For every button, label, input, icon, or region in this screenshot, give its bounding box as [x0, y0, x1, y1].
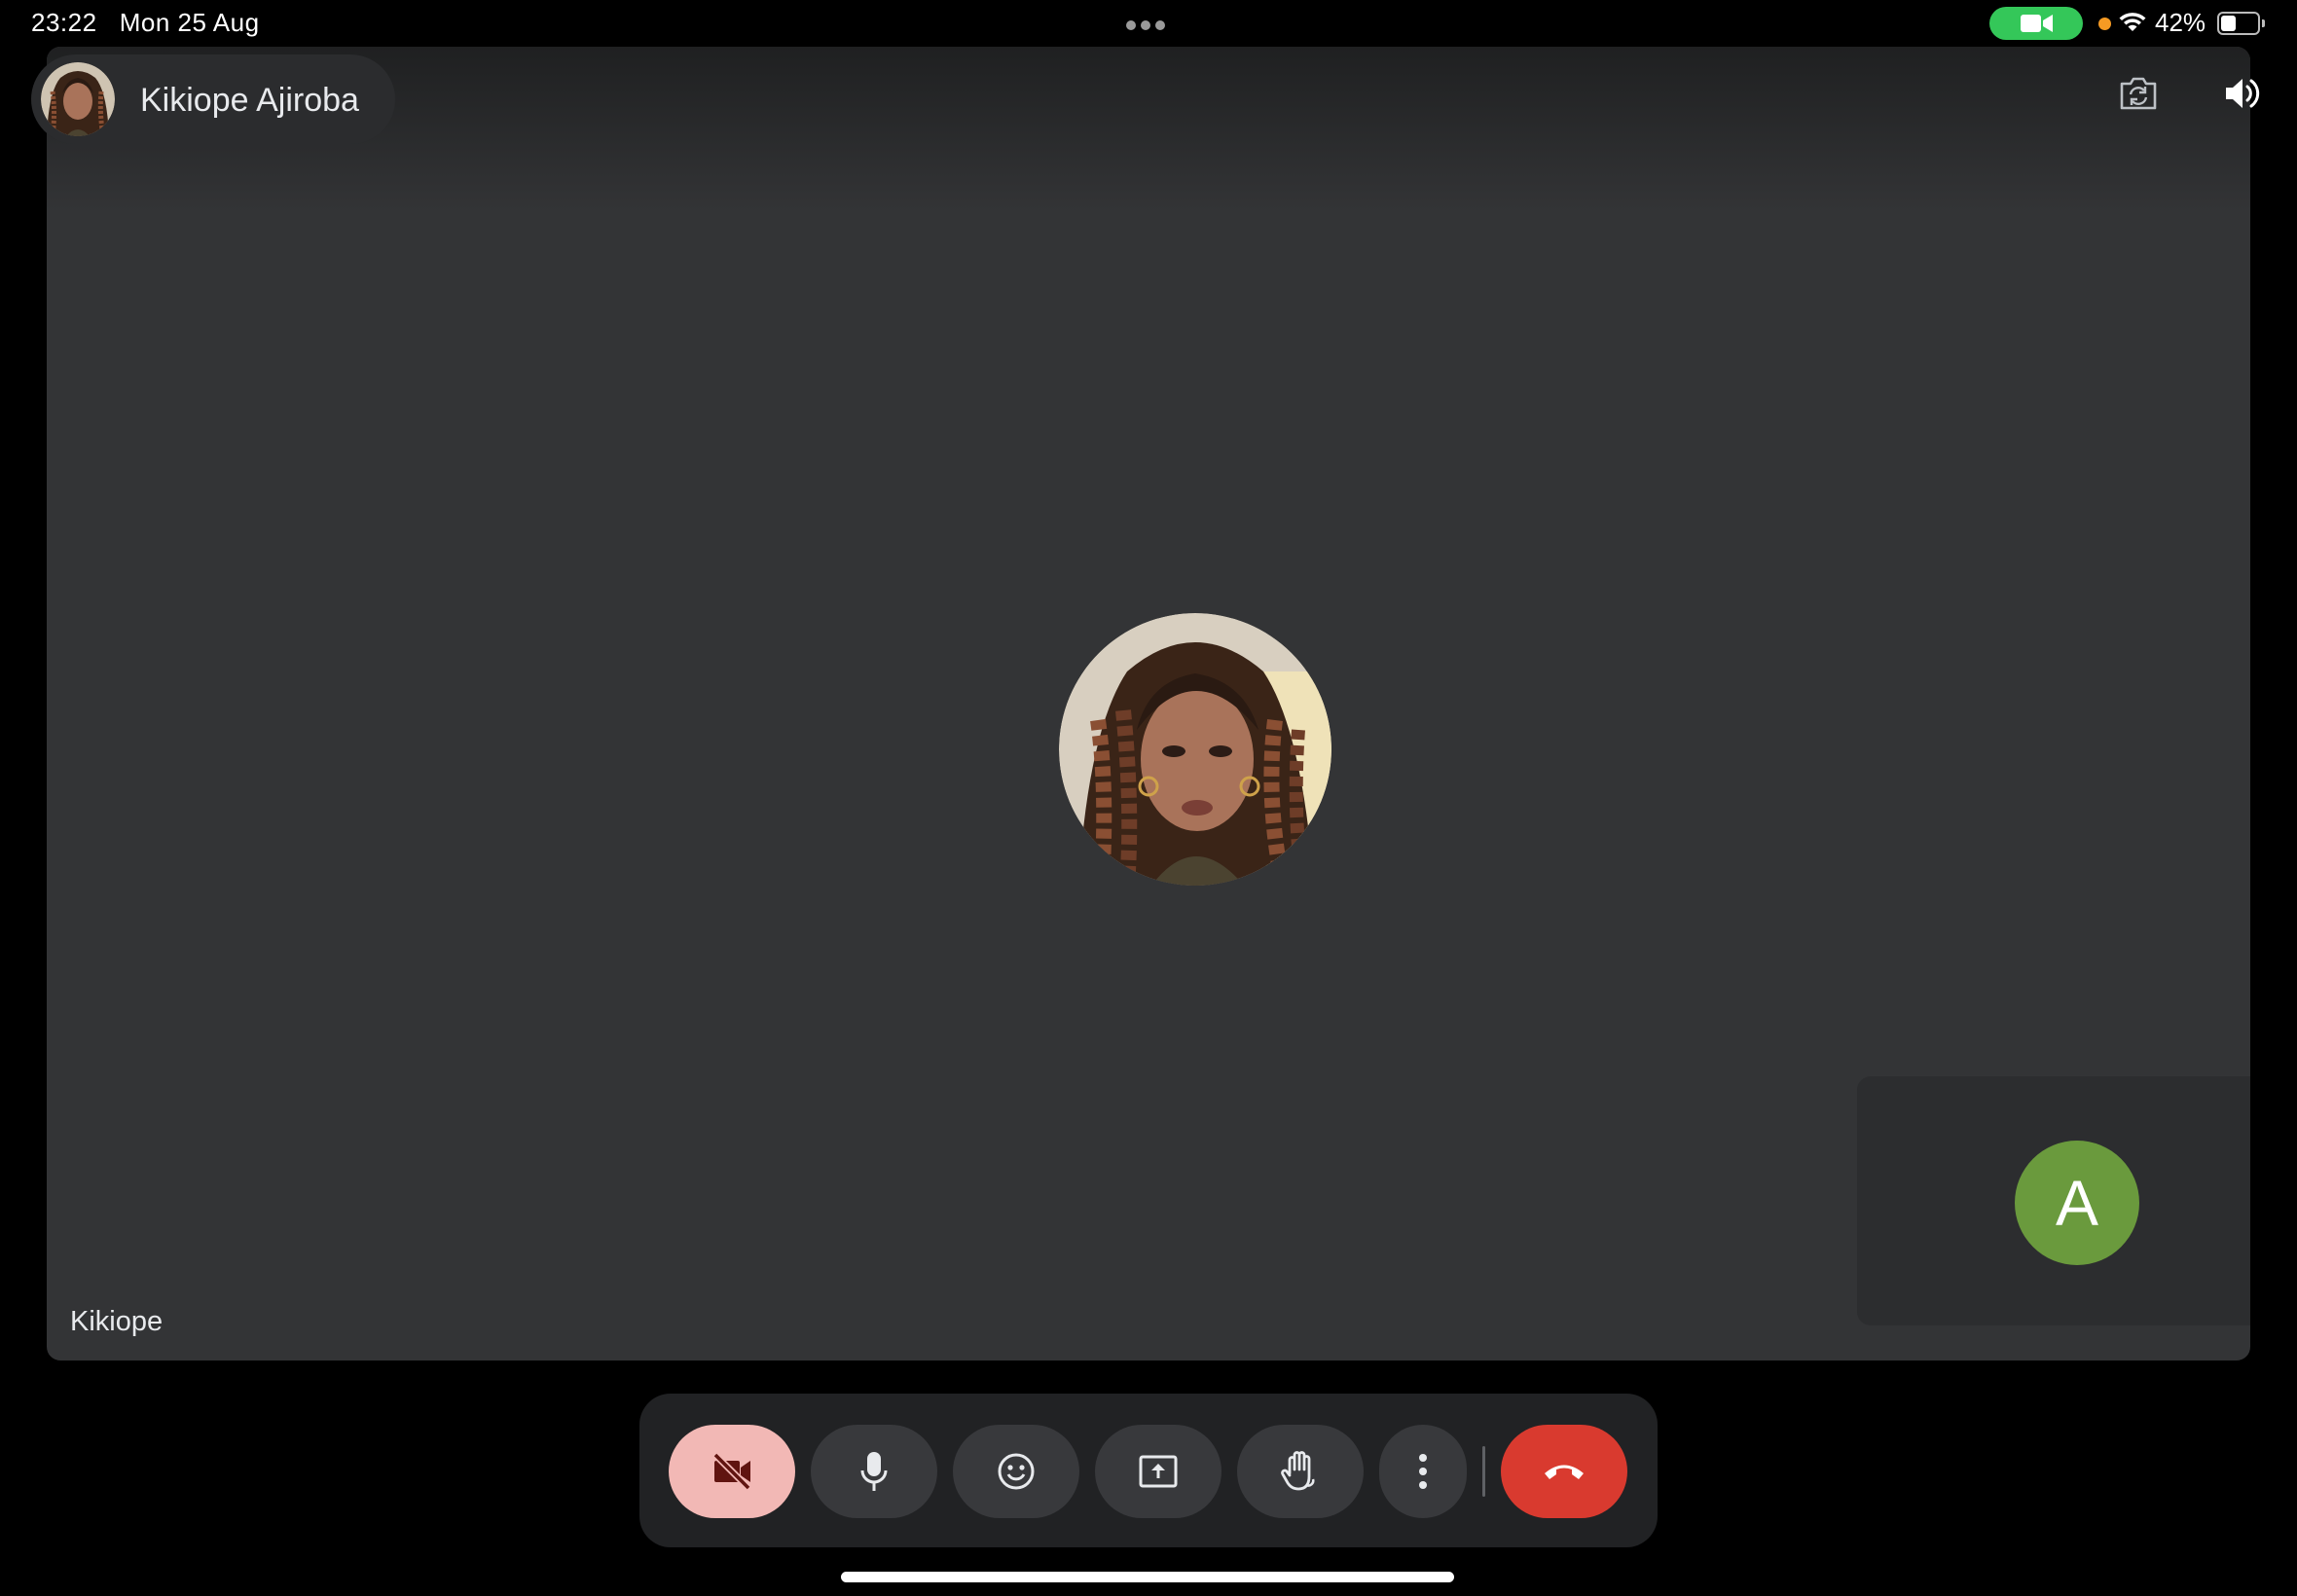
caller-name: Kikiope Ajiroba — [140, 82, 359, 119]
call-controls-bar — [639, 1394, 1658, 1547]
participant-avatar — [1059, 613, 1331, 886]
raise-hand-icon — [1281, 1451, 1315, 1491]
microphone-in-use-dot — [2098, 18, 2111, 30]
self-avatar-initial: A — [2015, 1141, 2139, 1265]
reactions-button[interactable] — [953, 1425, 1079, 1518]
video-off-icon — [712, 1452, 751, 1491]
raise-hand-button[interactable] — [1237, 1425, 1364, 1518]
present-screen-icon — [1139, 1455, 1178, 1488]
turn-on-camera-button[interactable] — [669, 1425, 795, 1518]
battery-percent: 42% — [2155, 8, 2206, 37]
battery-icon — [2217, 12, 2265, 35]
switch-camera-icon[interactable] — [2118, 76, 2159, 111]
wifi-icon — [2119, 13, 2146, 31]
present-screen-button[interactable] — [1095, 1425, 1221, 1518]
camera-in-use-indicator — [1989, 7, 2083, 40]
home-indicator[interactable] — [841, 1572, 1454, 1582]
hang-up-icon — [1545, 1465, 1584, 1479]
video-camera-icon — [2021, 15, 2053, 32]
speaker-icon[interactable] — [2223, 76, 2262, 111]
caller-info-chip[interactable]: Kikiope Ajiroba — [31, 54, 395, 144]
more-vert-icon — [1419, 1454, 1427, 1489]
status-bar: 23:22 Mon 25 Aug 42% — [0, 0, 2297, 47]
microphone-button[interactable] — [811, 1425, 937, 1518]
main-video-tile[interactable]: A — [47, 47, 2250, 1360]
controls-divider — [1482, 1446, 1485, 1497]
status-time: 23:22 Mon 25 Aug — [31, 8, 260, 37]
participant-name-label: Kikiope — [70, 1306, 164, 1337]
end-call-button[interactable] — [1501, 1425, 1627, 1518]
self-view-tile[interactable]: A — [1857, 1076, 2250, 1325]
emoji-icon — [998, 1453, 1035, 1490]
avatar — [41, 62, 115, 136]
more-options-button[interactable] — [1379, 1425, 1467, 1518]
multitasking-dots-icon[interactable] — [1126, 18, 1170, 35]
microphone-icon — [860, 1452, 888, 1491]
